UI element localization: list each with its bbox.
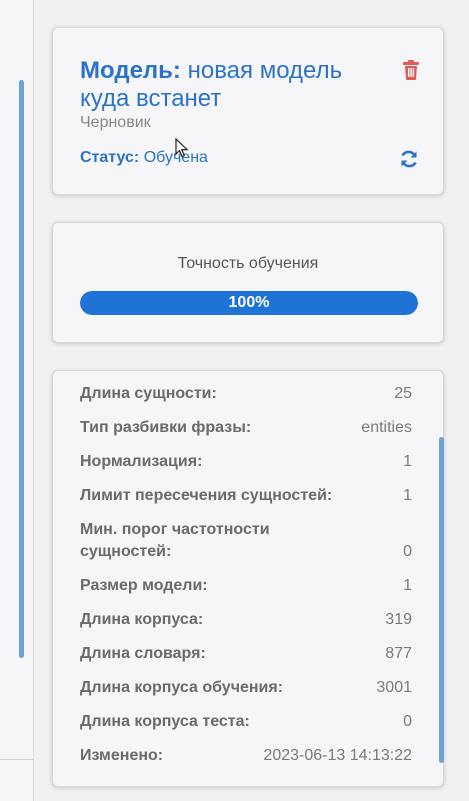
draft-label: Черновик: [80, 114, 151, 131]
param-key: Изменено:: [80, 747, 164, 764]
param-row: Тип разбивки фразы: entities: [80, 417, 412, 439]
accuracy-progress-text: 100%: [228, 294, 270, 311]
param-row: Длина сущности: 25: [80, 383, 412, 405]
param-key: Размер модели:: [80, 577, 208, 594]
param-value: 3001: [376, 679, 412, 696]
accuracy-title: Точность обучения: [177, 255, 319, 272]
param-row: Нормализация: 1: [80, 451, 412, 473]
previous-panel-scrollbar[interactable]: [19, 80, 24, 658]
param-row: Лимит пересечения сущностей: 1: [80, 485, 412, 507]
param-key: Нормализация:: [80, 453, 203, 470]
param-key: Длина сущности:: [80, 385, 217, 402]
param-row: Длина корпуса обучения: 3001: [80, 677, 412, 699]
param-row: Мин. порог частотности сущностей: 0: [80, 519, 412, 563]
mouse-cursor-icon: [175, 137, 189, 158]
param-value: 877: [385, 645, 412, 662]
param-key: Мин. порог частотности сущностей:: [80, 521, 270, 560]
param-key: Длина словаря:: [80, 645, 206, 662]
previous-panel: [0, 0, 34, 801]
trash-icon[interactable]: [402, 60, 420, 80]
accuracy-card: Точность обучения 100%: [52, 222, 444, 343]
param-key: Лимит пересечения сущностей:: [80, 487, 333, 504]
param-row: Изменено: 2023-06-13 14:13:22: [80, 745, 412, 767]
model-title-label: Модель:: [80, 57, 181, 84]
param-value: 319: [385, 611, 412, 628]
param-value: 1: [403, 487, 412, 504]
model-card: Модель: новая модель куда встанет Чернов…: [52, 27, 444, 195]
param-key: Длина корпуса обучения:: [80, 679, 284, 696]
param-value: 1: [403, 577, 412, 594]
refresh-icon[interactable]: [399, 149, 419, 169]
param-value: 2023-06-13 14:13:22: [263, 747, 412, 764]
status-label: Статус:: [80, 149, 140, 166]
param-value: entities: [361, 419, 412, 436]
accuracy-progress-bar: 100%: [80, 291, 418, 315]
param-value: 25: [394, 385, 412, 402]
model-title: Модель: новая модель куда встанет: [80, 57, 380, 113]
param-row: Длина корпуса: 319: [80, 609, 412, 631]
param-row: Длина корпуса теста: 0: [80, 711, 412, 733]
divider: [0, 759, 33, 760]
params-scrollbar[interactable]: [439, 437, 444, 763]
param-key: Тип разбивки фразы:: [80, 419, 252, 436]
param-row: Размер модели: 1: [80, 575, 412, 597]
param-row: Длина словаря: 877: [80, 643, 412, 665]
param-value: 1: [403, 453, 412, 470]
params-list: Длина сущности: 25 Тип разбивки фразы: e…: [80, 383, 412, 779]
param-key: Длина корпуса:: [80, 611, 204, 628]
param-value: 0: [403, 543, 412, 560]
params-card: Длина сущности: 25 Тип разбивки фразы: e…: [52, 370, 444, 787]
param-value: 0: [403, 713, 412, 730]
param-key: Длина корпуса теста:: [80, 713, 250, 730]
